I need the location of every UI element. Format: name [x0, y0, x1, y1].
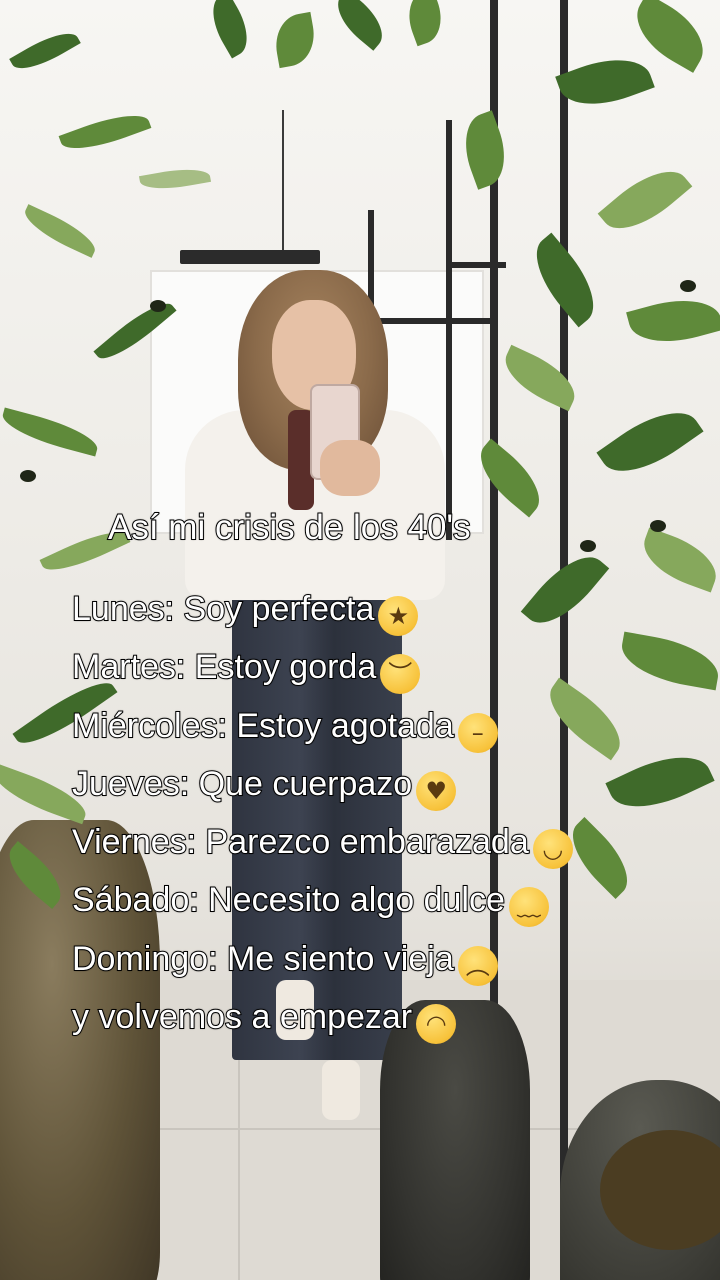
caption-line-text: Lunes: Soy perfecta	[71, 589, 375, 629]
star-struck-emoji: ★	[378, 596, 419, 636]
unamused-face-emoji: ︶	[380, 654, 421, 695]
caption-line-text: Miércoles: Estoy agotada	[71, 706, 455, 746]
upside-down-face-emoji: ◠	[416, 1004, 457, 1045]
heart-eyes-emoji: ♥	[416, 770, 457, 811]
caption-line: Sábado: Necesito algo dulce ﹏	[71, 871, 712, 929]
caption-line-text: Martes: Estoy gorda	[71, 647, 377, 687]
face-exhaling-emoji: –	[457, 712, 498, 753]
caption-line: Viernes: Parezco embarazada ◡	[71, 813, 712, 871]
worried-face-emoji: ︵	[457, 945, 498, 986]
caption-line: Martes: Estoy gorda ︶	[71, 638, 712, 696]
caption-line-text: y volvemos a empezar	[71, 997, 413, 1037]
caption-line-text: Sábado: Necesito algo dulce	[71, 880, 506, 920]
caption-line: Domingo: Me siento vieja ︵	[71, 930, 712, 988]
caption-line: Miércoles: Estoy agotada –	[71, 697, 712, 755]
caption-line: Jueves: Que cuerpazo ♥	[71, 755, 712, 813]
caption-title: Así mi crisis de los 40's	[107, 507, 472, 548]
caption-line-text: Jueves: Que cuerpazo	[71, 764, 413, 804]
caption-line-text: Viernes: Parezco embarazada	[71, 822, 530, 862]
caption-lines: Lunes: Soy perfecta ★ Martes: Estoy gorda ︶…	[71, 580, 712, 1046]
drooling-face-emoji: ﹏	[508, 887, 549, 928]
caption-line-text: Domingo: Me siento vieja	[71, 939, 455, 979]
melting-face-emoji: ◡	[532, 829, 573, 870]
caption-line: y volvemos a empezar ◠	[71, 988, 712, 1046]
caption-line: Lunes: Soy perfecta ★	[71, 580, 712, 638]
caption-overlay: Así mi crisis de los 40's Lunes: Soy per…	[0, 0, 720, 1280]
photo-background: Así mi crisis de los 40's Lunes: Soy per…	[0, 0, 720, 1280]
